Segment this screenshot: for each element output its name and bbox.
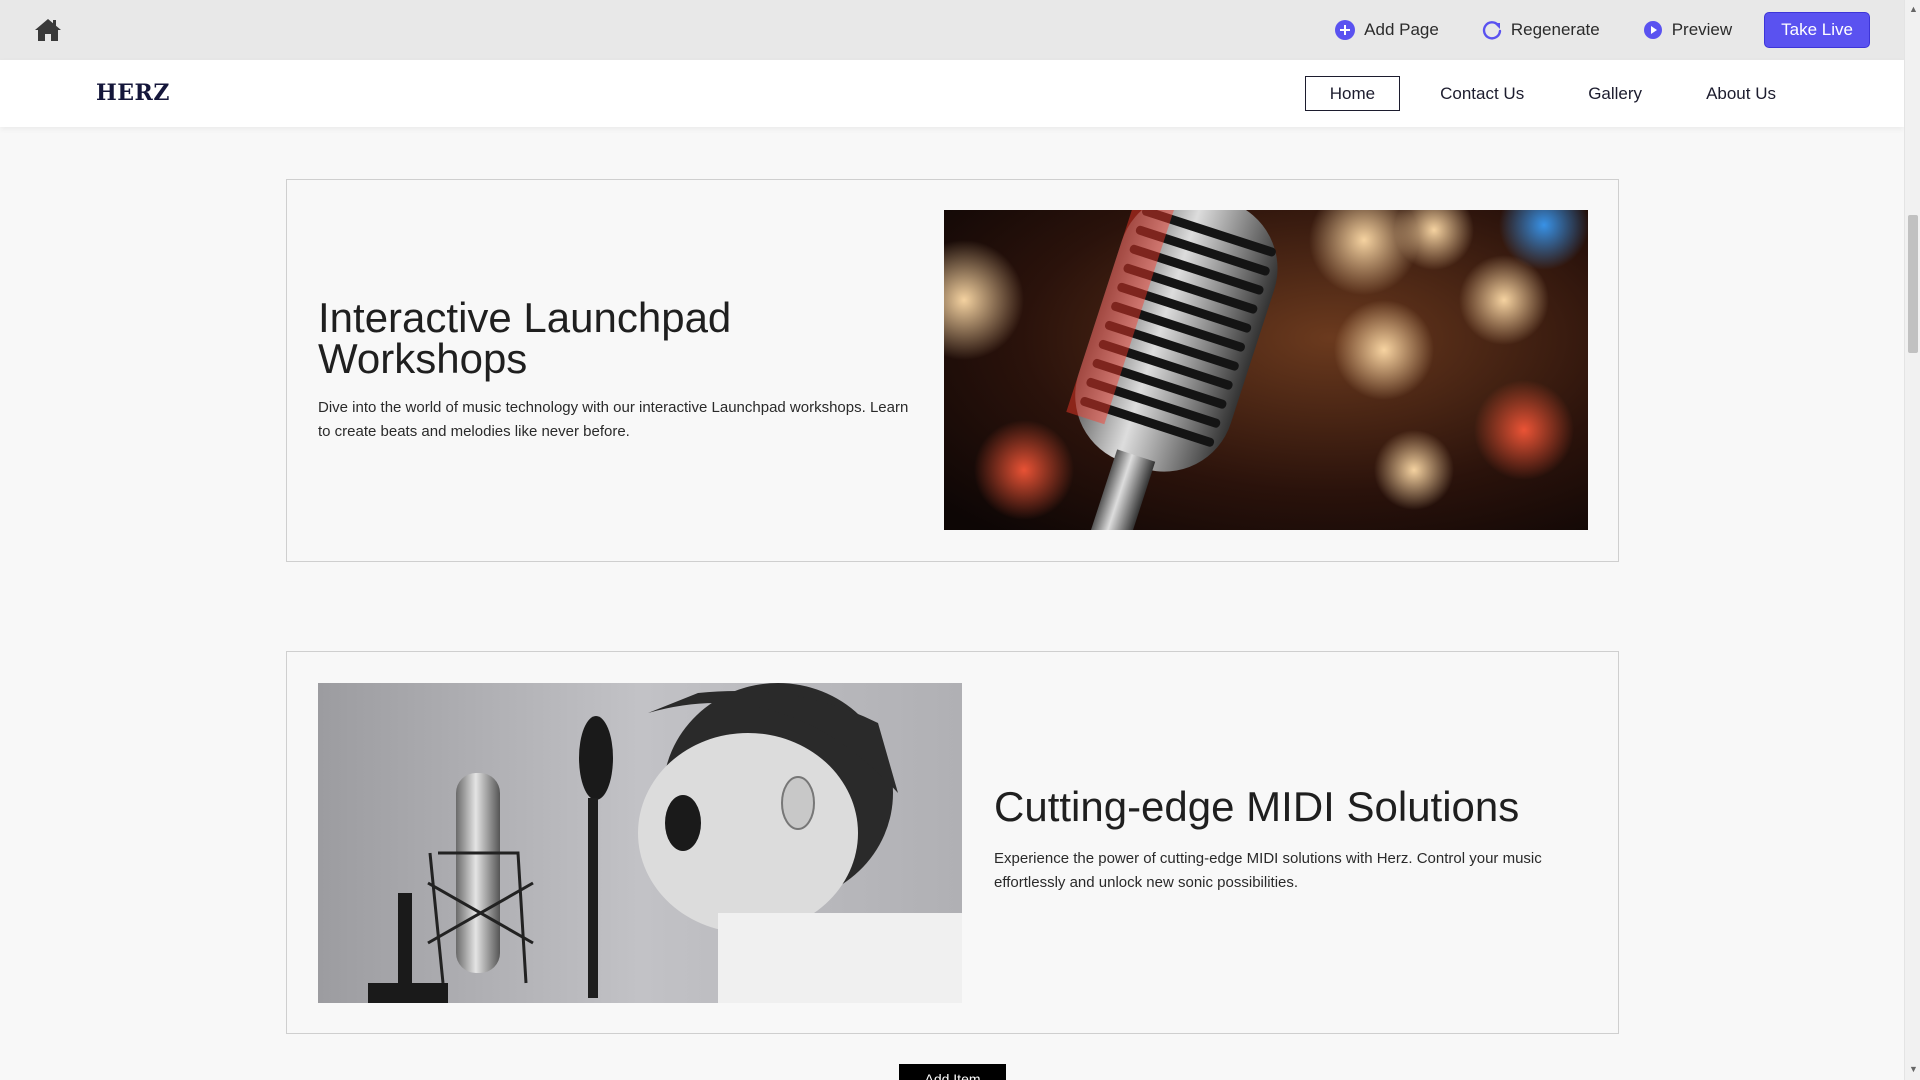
take-live-button[interactable]: Take Live: [1764, 12, 1870, 48]
shouting-boy-image[interactable]: [318, 683, 962, 1003]
add-page-label: Add Page: [1364, 20, 1439, 39]
regenerate-label: Regenerate: [1510, 20, 1600, 39]
section-title: Cutting-edge MIDI Solutions: [994, 783, 1520, 830]
nav-item-contact-us[interactable]: Contact Us: [1416, 76, 1548, 111]
feature-section-1[interactable]: Interactive Launchpad Workshops Dive int…: [286, 179, 1619, 562]
section-title: Interactive Launchpad Workshops: [318, 294, 732, 382]
toolbar-actions: Add Page Regenerate Preview Take Live: [1292, 0, 1870, 60]
section-description: Experience the power of cutting-edge MID…: [994, 850, 1542, 891]
add-page-button[interactable]: Add Page: [1334, 19, 1439, 41]
site-nav: Home Contact Us Gallery About Us: [1289, 76, 1800, 111]
play-circle-icon: [1643, 21, 1662, 39]
feature-section-2[interactable]: Cutting-edge MIDI Solutions Experience t…: [286, 651, 1619, 1034]
scroll-down-arrow-icon[interactable]: ▼: [1909, 1064, 1918, 1074]
plus-circle-icon: [1335, 20, 1356, 40]
preview-label: Preview: [1671, 20, 1733, 39]
site-header: HERZ Home Contact Us Gallery About Us: [0, 60, 1904, 127]
preview-button[interactable]: Preview: [1642, 19, 1732, 41]
brand-logo[interactable]: HERZ: [96, 80, 170, 106]
regenerate-button[interactable]: Regenerate: [1481, 19, 1600, 41]
scroll-up-arrow-icon[interactable]: ▲: [1909, 4, 1918, 14]
section-description: Dive into the world of music technology …: [318, 399, 909, 440]
home-icon[interactable]: [34, 17, 62, 43]
editor-toolbar: Add Page Regenerate Preview Take Live: [0, 0, 1904, 60]
microphone-image[interactable]: [944, 210, 1588, 530]
scrollbar-thumb[interactable]: [1908, 215, 1918, 353]
add-item-button[interactable]: Add Item: [899, 1064, 1006, 1080]
nav-item-gallery[interactable]: Gallery: [1564, 76, 1666, 111]
nav-item-home[interactable]: Home: [1304, 76, 1401, 111]
page-scrollbar[interactable]: ▲ ▼: [1904, 0, 1920, 1080]
nav-item-about-us[interactable]: About Us: [1682, 76, 1800, 111]
refresh-icon: [1482, 21, 1502, 40]
